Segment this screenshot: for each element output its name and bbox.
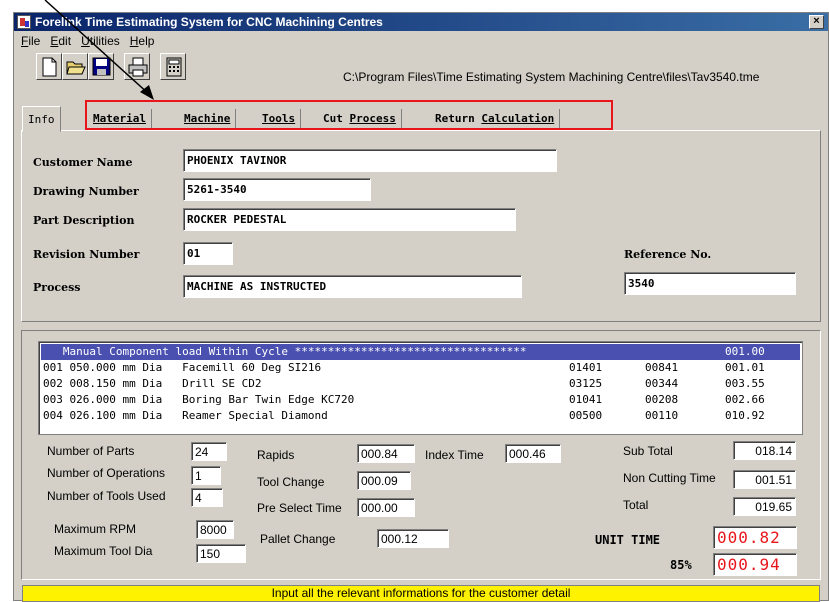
calculator-icon xyxy=(166,57,182,77)
max-rpm-label: Maximum RPM xyxy=(54,522,137,536)
num-tools-field[interactable]: 4 xyxy=(191,488,223,507)
max-tool-dia-label: Maximum Tool Dia xyxy=(54,544,153,558)
unit-time-label: UNIT TIME xyxy=(595,533,661,547)
index-time-label: Index Time xyxy=(425,448,484,462)
list-item[interactable]: Manual Component load Within Cycle *****… xyxy=(41,344,800,360)
tab-return-calculation[interactable]: Return Calculation xyxy=(430,109,561,131)
num-parts-field[interactable]: 24 xyxy=(191,442,227,461)
menu-utilities[interactable]: Utilities xyxy=(76,33,125,51)
status-bar: Input all the relevant informations for … xyxy=(22,585,820,602)
operations-list[interactable]: Manual Component load Within Cycle *****… xyxy=(38,341,803,435)
rapids-field[interactable]: 000.84 xyxy=(357,444,415,463)
calculator-button[interactable] xyxy=(160,53,186,80)
part-description-field[interactable]: ROCKER PEDESTAL xyxy=(183,208,516,231)
tool-change-label: Tool Change xyxy=(257,475,325,489)
num-parts-label: Number of Parts xyxy=(47,444,135,458)
reference-field[interactable]: 3540 xyxy=(624,272,796,295)
reference-label: Reference No. xyxy=(624,248,712,261)
num-operations-label: Number of Operations xyxy=(47,466,166,480)
tab-machine[interactable]: Machine xyxy=(179,109,237,131)
revision-number-field[interactable]: 01 xyxy=(183,242,233,265)
new-button[interactable] xyxy=(36,53,62,80)
new-icon xyxy=(42,57,57,77)
list-item[interactable]: 003 026.000 mm Dia Boring Bar Twin Edge … xyxy=(41,392,765,408)
percent-time-field[interactable]: 000.94 xyxy=(713,553,797,576)
tool-change-field[interactable]: 000.09 xyxy=(357,471,411,490)
menu-help[interactable]: Help xyxy=(125,33,160,51)
tab-material[interactable]: Material xyxy=(88,109,152,131)
revision-number-label: Revision Number xyxy=(33,248,140,261)
process-field[interactable]: MACHINE AS INSTRUCTED xyxy=(183,275,522,298)
non-cutting-field[interactable]: 001.51 xyxy=(733,470,796,489)
pallet-change-label: Pallet Change xyxy=(260,532,336,546)
pre-select-label: Pre Select Time xyxy=(257,501,342,515)
part-description-label: Part Description xyxy=(33,214,135,227)
customer-name-label: Customer Name xyxy=(33,156,133,169)
sub-total-field[interactable]: 018.14 xyxy=(733,441,796,460)
menu-bar: File Edit Utilities Help xyxy=(16,33,159,51)
pre-select-field[interactable]: 000.00 xyxy=(357,498,415,517)
total-field[interactable]: 019.65 xyxy=(733,497,796,516)
max-rpm-field[interactable]: 8000 xyxy=(196,520,234,539)
menu-file[interactable]: File xyxy=(16,33,45,51)
open-icon xyxy=(66,61,86,75)
num-operations-field[interactable]: 1 xyxy=(191,466,221,485)
drawing-number-label: Drawing Number xyxy=(33,185,139,198)
app-icon[interactable] xyxy=(17,15,31,29)
total-label: Total xyxy=(623,498,649,512)
tab-cut-process[interactable]: Cut Process xyxy=(318,109,402,131)
main-window: Forelink Time Estimating System for CNC … xyxy=(13,12,829,602)
window-title: Forelink Time Estimating System for CNC … xyxy=(35,15,383,29)
rapids-label: Rapids xyxy=(257,448,295,462)
title-bar[interactable]: Forelink Time Estimating System for CNC … xyxy=(14,13,828,31)
print-icon xyxy=(128,57,148,77)
tab-tools[interactable]: Tools xyxy=(257,109,302,131)
pallet-change-field[interactable]: 000.12 xyxy=(377,529,449,548)
list-item[interactable]: 001 050.000 mm Dia Facemill 60 Deg SI216… xyxy=(41,360,765,376)
close-button[interactable]: × xyxy=(809,15,824,29)
open-button[interactable] xyxy=(62,53,88,80)
percent-label: 85% xyxy=(670,558,692,572)
non-cutting-label: Non Cutting Time xyxy=(623,471,716,485)
print-button[interactable] xyxy=(124,53,150,80)
save-icon xyxy=(92,57,111,76)
max-tool-dia-field[interactable]: 150 xyxy=(196,544,246,563)
unit-time-field[interactable]: 000.82 xyxy=(713,526,797,549)
sub-total-label: Sub Total xyxy=(623,444,673,458)
index-time-field[interactable]: 000.46 xyxy=(505,444,561,463)
list-item[interactable]: 002 008.150 mm Dia Drill SE CD2 03125 00… xyxy=(41,376,765,392)
customer-name-field[interactable]: PHOENIX TAVINOR xyxy=(183,149,557,172)
num-tools-label: Number of Tools Used xyxy=(47,489,166,503)
drawing-number-field[interactable]: 5261-3540 xyxy=(183,178,371,201)
menu-edit[interactable]: Edit xyxy=(45,33,76,51)
process-label: Process xyxy=(33,281,81,294)
file-path: C:\Program Files\Time Estimating System … xyxy=(343,70,760,84)
tab-info[interactable]: Info xyxy=(22,106,61,132)
list-item[interactable]: 004 026.100 mm Dia Reamer Special Diamon… xyxy=(41,408,765,424)
save-button[interactable] xyxy=(88,53,114,80)
